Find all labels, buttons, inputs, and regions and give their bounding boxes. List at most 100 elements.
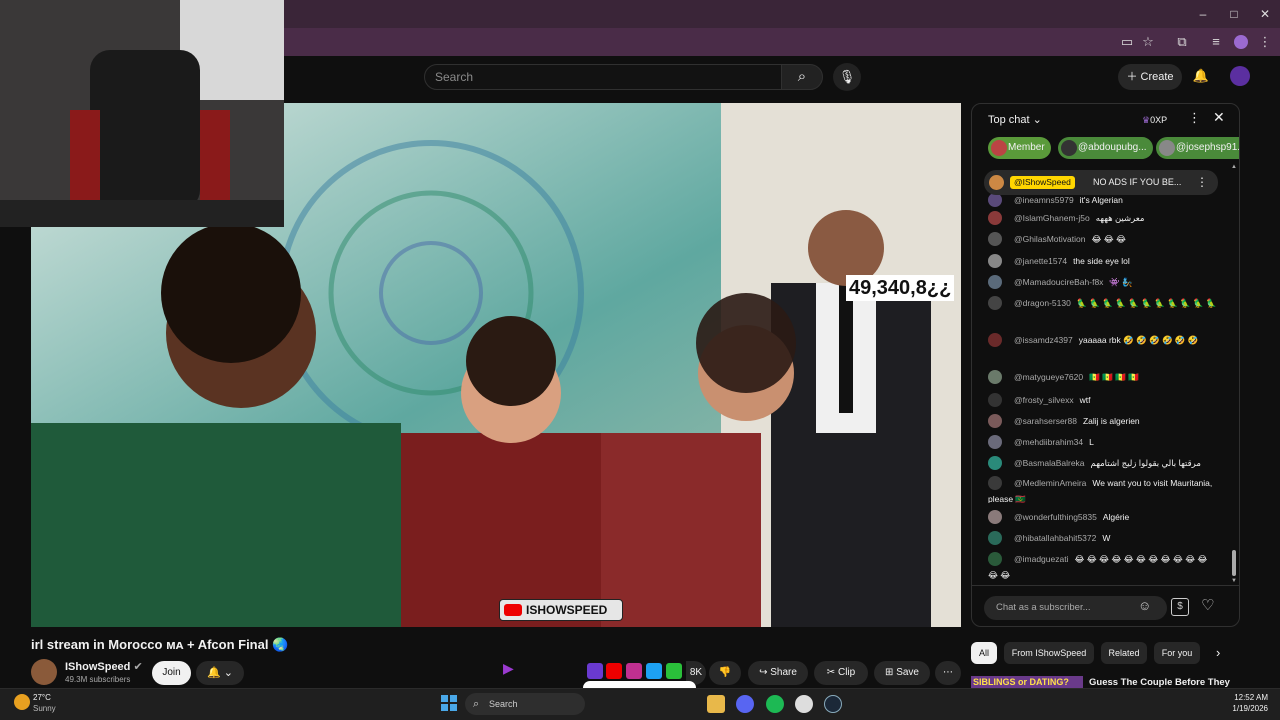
chat-message: @wonderfulthing5835 Algérie: [988, 509, 1218, 525]
chip-member[interactable]: Member: [988, 137, 1051, 159]
member-avatar: [991, 140, 1007, 156]
chip-gift-1[interactable]: @abdoupubg...: [1058, 137, 1153, 159]
chat-avatar[interactable]: [988, 435, 1002, 449]
chat-message: @frosty_silvexx wtf: [988, 392, 1218, 408]
chat-username[interactable]: @matygueye7620: [1014, 372, 1083, 382]
chat-username[interactable]: @issamdz4397: [1014, 335, 1073, 345]
create-button[interactable]: ＋ Create: [1118, 64, 1182, 90]
scroll-down-icon[interactable]: ▼: [1231, 578, 1237, 584]
subscription-bell-button[interactable]: 🔔 ⌄: [196, 661, 244, 685]
chevron-right-icon[interactable]: ›: [1216, 645, 1220, 660]
extensions-icon[interactable]: ⧉: [1173, 33, 1191, 51]
chat-username[interactable]: @BasmalaBalreka: [1014, 458, 1085, 468]
chip-related[interactable]: Related: [1101, 642, 1147, 664]
channel-name[interactable]: IShowSpeed ✔: [65, 660, 143, 673]
chat-message: @imadguezati 😂 😂 😂 😂 😂 😂 😂 😂 😂 😂 😂 😂 😂: [988, 551, 1218, 583]
bookmark-star-icon[interactable]: ☆: [1139, 33, 1157, 51]
notifications-bell-icon[interactable]: 🔔: [1190, 65, 1212, 87]
twitter-icon: [646, 663, 662, 679]
more-actions-button[interactable]: ⋯: [935, 661, 961, 685]
file-explorer-icon[interactable]: [707, 695, 725, 713]
super-chat-icon[interactable]: $: [1171, 598, 1189, 616]
chevron-down-icon: ⌄: [1032, 114, 1042, 126]
viewer-count-overlay: 49,340,8¿¿: [846, 275, 955, 301]
chip-for-you[interactable]: For you: [1154, 642, 1200, 664]
close-window-button[interactable]: ✕: [1250, 4, 1280, 24]
chat-avatar[interactable]: [988, 211, 1002, 225]
search-input[interactable]: Search: [424, 64, 782, 90]
chat-avatar[interactable]: [988, 333, 1002, 347]
chat-username[interactable]: @IslamGhanem-j5o: [1014, 213, 1090, 223]
chat-username[interactable]: @frosty_silvexx: [1014, 395, 1074, 405]
media-controls-icon[interactable]: ≡: [1207, 33, 1225, 51]
chat-more-icon[interactable]: ⋮: [1188, 110, 1201, 126]
chat-avatar[interactable]: [988, 414, 1002, 428]
spotify-icon[interactable]: [766, 695, 784, 713]
clip-label: Clip: [837, 667, 856, 678]
close-chat-icon[interactable]: ✕: [1213, 109, 1225, 126]
chat-username[interactable]: @ineamns5979: [1014, 195, 1074, 205]
chip-gift-2[interactable]: @josephsp91...: [1156, 137, 1239, 159]
chat-username[interactable]: @GhilasMotivation: [1014, 234, 1085, 244]
chat-avatar[interactable]: [988, 232, 1002, 246]
chat-scrollbar[interactable]: ▲ ▼: [1231, 164, 1237, 584]
chat-username[interactable]: @sarahserser88: [1014, 416, 1077, 426]
windows-start-icon[interactable]: [441, 695, 457, 711]
chat-username[interactable]: @wonderfulthing5835: [1014, 512, 1097, 522]
chat-username[interactable]: @hibatallahbahit5372: [1014, 533, 1096, 543]
save-button[interactable]: ⊞ Save: [874, 661, 930, 685]
recommended-thumbnail[interactable]: SIBLINGS or DATING?: [971, 676, 1083, 688]
cast-icon[interactable]: ▭: [1118, 33, 1136, 51]
chat-avatar[interactable]: [988, 552, 1002, 566]
pinned-user: @IShowSpeed: [1010, 176, 1075, 189]
voice-search-button[interactable]: 🎙: [833, 63, 861, 91]
clip-button[interactable]: ✂ Clip: [814, 661, 868, 685]
chat-avatar[interactable]: [988, 275, 1002, 289]
chat-avatar[interactable]: [988, 393, 1002, 407]
chrome-icon[interactable]: [795, 695, 813, 713]
chip-from-ishowspeed[interactable]: From IShowSpeed: [1004, 642, 1094, 664]
profile-icon[interactable]: [1234, 35, 1248, 49]
chat-avatar[interactable]: [988, 510, 1002, 524]
chat-text: W: [1102, 533, 1111, 543]
emoji-icon[interactable]: ☺: [1138, 598, 1151, 613]
chat-username[interactable]: @janette1574: [1014, 256, 1067, 266]
chat-mode-label: Top chat: [988, 114, 1030, 126]
chat-username[interactable]: @MamadoucireBah-f8x: [1014, 277, 1103, 287]
chat-avatar[interactable]: [988, 370, 1002, 384]
taskbar-search[interactable]: ⌕ Search: [465, 693, 585, 715]
scroll-up-icon[interactable]: ▲: [1231, 164, 1237, 170]
maximize-button[interactable]: □: [1219, 4, 1249, 24]
join-button[interactable]: Join: [152, 661, 191, 685]
pinned-message[interactable]: @IShowSpeed NO ADS IF YOU BE... ⋮: [984, 170, 1218, 195]
chat-avatar[interactable]: [988, 254, 1002, 268]
recommended-title[interactable]: Guess The Couple Before They: [1089, 677, 1230, 688]
chat-avatar[interactable]: [988, 296, 1002, 310]
chat-avatar[interactable]: [988, 456, 1002, 470]
share-button[interactable]: ↪ Share: [748, 661, 808, 685]
chat-username[interactable]: @dragon-5130: [1014, 298, 1071, 308]
chat-text: Zalij is algerien: [1082, 416, 1140, 426]
chat-username[interactable]: @MedleminAmeira: [1014, 478, 1086, 488]
chat-username[interactable]: @mehdiibrahim34: [1014, 437, 1083, 447]
minimize-button[interactable]: –: [1188, 4, 1218, 24]
pinned-more-icon[interactable]: ⋮: [1196, 170, 1208, 195]
chat-message: @GhilasMotivation 😂 😂 😂: [988, 231, 1218, 247]
channel-avatar[interactable]: [31, 659, 57, 685]
search-icon: ⌕: [473, 698, 480, 710]
chat-avatar[interactable]: [988, 476, 1002, 490]
discord-icon[interactable]: [736, 695, 754, 713]
chip-all[interactable]: All: [971, 642, 997, 664]
heart-icon[interactable]: ♡: [1201, 596, 1214, 614]
scrollbar-thumb[interactable]: [1232, 550, 1236, 576]
chat-avatar[interactable]: [988, 193, 1002, 207]
browser-menu-icon[interactable]: ⋮: [1256, 33, 1274, 51]
chat-username[interactable]: @imadguezati: [1014, 554, 1068, 564]
chat-avatar[interactable]: [988, 531, 1002, 545]
steam-icon[interactable]: [824, 695, 842, 713]
dislike-button[interactable]: 👎: [709, 661, 741, 685]
chat-mode-selector[interactable]: Top chat ⌄: [988, 113, 1042, 126]
account-avatar[interactable]: [1230, 66, 1250, 86]
search-button[interactable]: ⌕: [781, 64, 823, 90]
xp-badge[interactable]: ♛0XP: [1142, 112, 1178, 128]
